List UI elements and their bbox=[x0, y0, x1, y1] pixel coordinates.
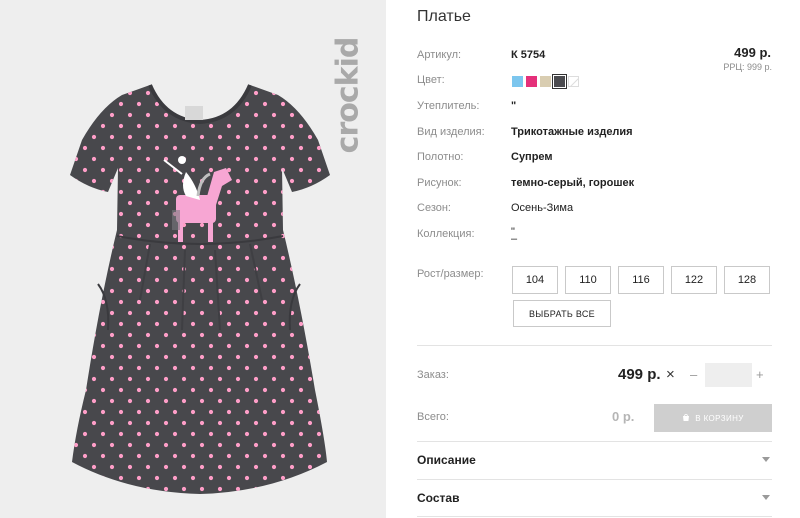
size-button-104[interactable]: 104 bbox=[512, 266, 558, 294]
type-label: Вид изделия: bbox=[417, 126, 485, 138]
order-price: 499 р. bbox=[618, 366, 661, 383]
total-value: 0 р. bbox=[612, 409, 635, 424]
cart-icon bbox=[683, 414, 690, 421]
size-button-116[interactable]: 116 bbox=[618, 266, 664, 294]
type-value: Трикотажные изделия bbox=[511, 126, 633, 138]
total-label: Всего: bbox=[417, 411, 449, 423]
color-swatches bbox=[512, 74, 579, 89]
product-price: 499 р. bbox=[734, 45, 771, 60]
divider bbox=[417, 345, 772, 346]
insulation-value: " bbox=[511, 100, 517, 112]
size-label: Рост/размер: bbox=[417, 268, 484, 280]
fabric-label: Полотно: bbox=[417, 151, 464, 163]
article-label: Артикул: bbox=[417, 49, 462, 61]
add-to-cart-button[interactable]: В КОРЗИНУ bbox=[654, 404, 772, 432]
decrease-quantity-button[interactable]: – bbox=[690, 367, 697, 382]
collection-value-dash: – bbox=[511, 233, 518, 245]
pattern-label: Рисунок: bbox=[417, 177, 462, 189]
divider bbox=[417, 479, 772, 480]
divider bbox=[417, 441, 772, 442]
description-accordion[interactable]: Описание bbox=[417, 453, 476, 467]
product-title: Платье bbox=[417, 8, 471, 25]
pattern-value: темно-серый, горошек bbox=[511, 177, 635, 189]
color-swatch-blue[interactable] bbox=[512, 76, 523, 87]
select-all-sizes-button[interactable]: ВЫБРАТЬ ВСЕ bbox=[513, 300, 611, 327]
size-button-128[interactable]: 128 bbox=[724, 266, 770, 294]
composition-accordion[interactable]: Состав bbox=[417, 491, 459, 505]
quantity-input[interactable] bbox=[705, 363, 752, 387]
color-swatch-beige[interactable] bbox=[540, 76, 551, 87]
fabric-value: Супрем bbox=[511, 151, 553, 163]
rrp-price: РРЦ: 999 р. bbox=[723, 62, 772, 72]
season-value: Осень-Зима bbox=[511, 202, 574, 214]
color-swatch-pink[interactable] bbox=[526, 76, 537, 87]
size-button-110[interactable]: 110 bbox=[565, 266, 611, 294]
multiply-icon: × bbox=[666, 366, 675, 383]
collection-label: Коллекция: bbox=[417, 228, 475, 240]
color-swatch-unavailable[interactable] bbox=[568, 76, 579, 87]
brand-logo: crockid bbox=[330, 37, 366, 153]
add-to-cart-label: В КОРЗИНУ bbox=[695, 413, 744, 423]
color-label: Цвет: bbox=[417, 74, 445, 86]
increase-quantity-button[interactable]: + bbox=[756, 367, 764, 382]
color-swatch-dark-gray[interactable] bbox=[552, 74, 567, 89]
order-label: Заказ: bbox=[417, 369, 449, 381]
article-value: К 5754 bbox=[511, 49, 546, 61]
chevron-down-icon[interactable] bbox=[762, 457, 770, 462]
chevron-down-icon[interactable] bbox=[762, 495, 770, 500]
season-label: Сезон: bbox=[417, 202, 451, 214]
divider bbox=[417, 516, 772, 517]
size-button-122[interactable]: 122 bbox=[671, 266, 717, 294]
product-image[interactable]: crockid bbox=[0, 0, 386, 518]
insulation-label: Утеплитель: bbox=[417, 100, 480, 112]
